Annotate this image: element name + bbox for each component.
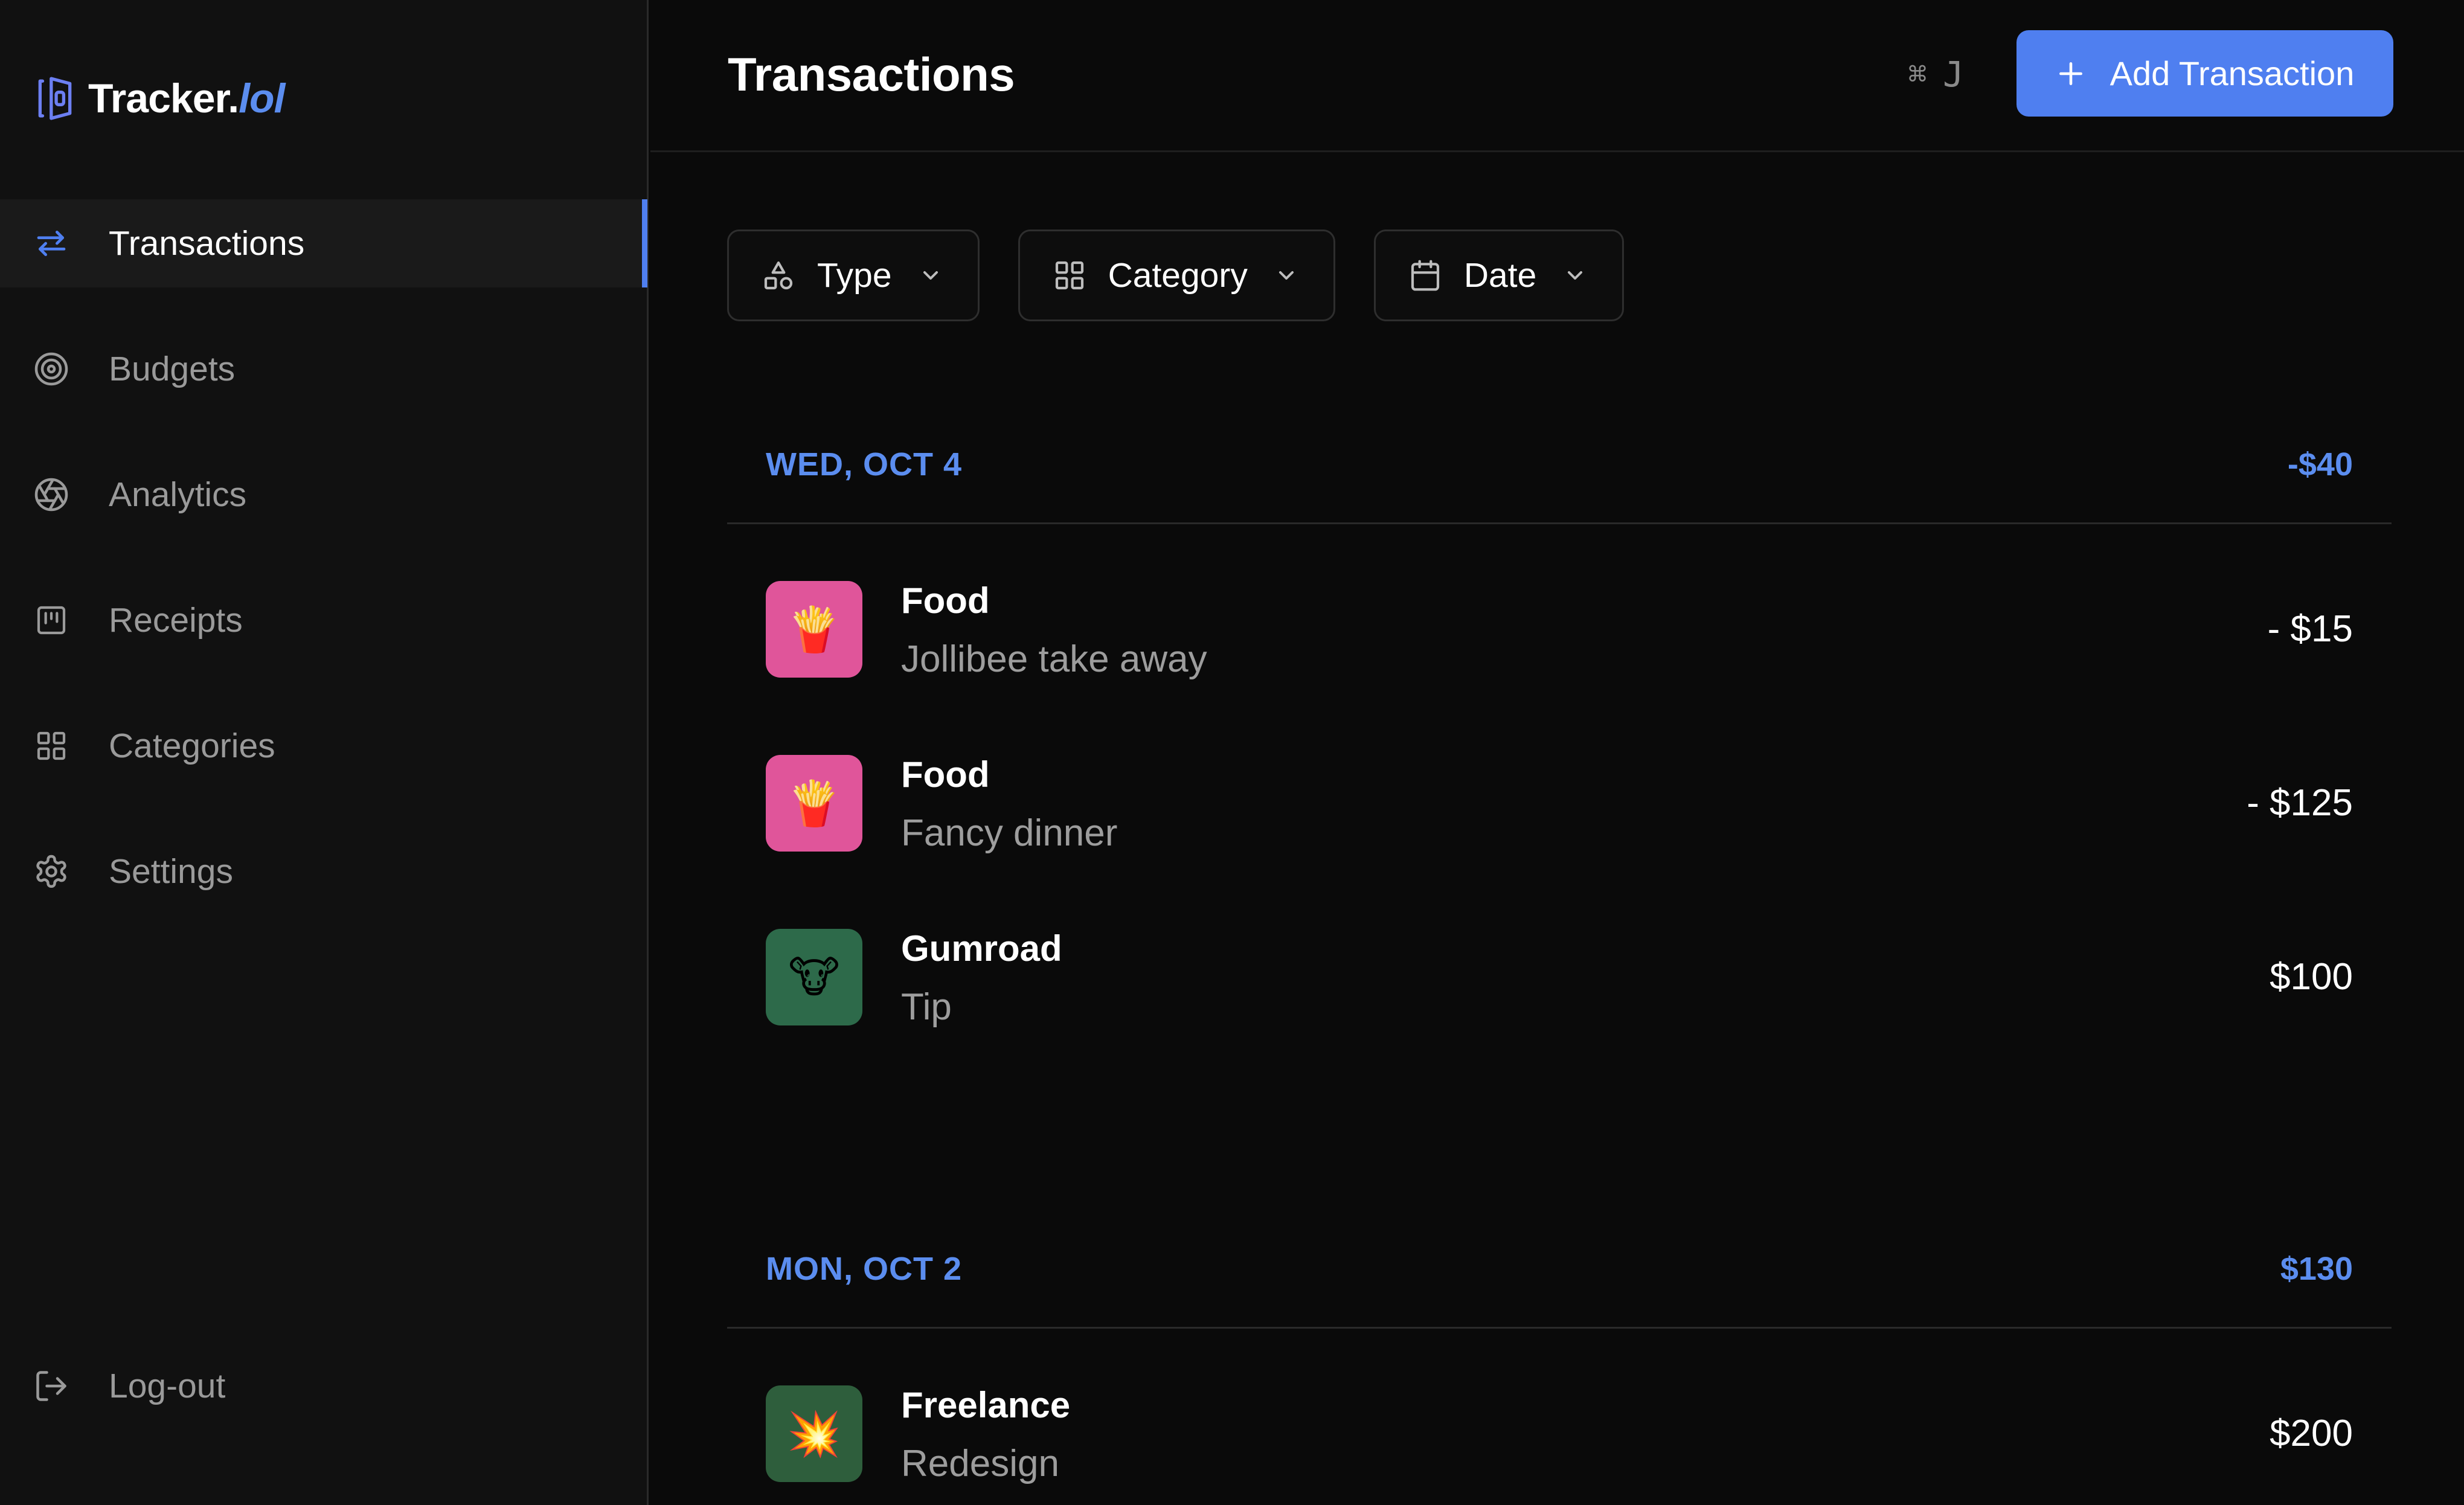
sidebar-item-settings[interactable]: Settings [0,827,647,916]
group-date: MON, OCT 2 [766,1251,963,1287]
logo-icon [38,77,72,120]
transaction-group: MON, OCT 2 $130 💥 Freelance Redesign $20… [727,1208,2392,1503]
filter-category-dropdown[interactable]: Category [1018,229,1335,321]
sidebar-item-label: Analytics [109,475,247,514]
transaction-row[interactable]: 🍟 Food Fancy dinner - $125 [727,698,2392,872]
transaction-row[interactable]: 🍟 Food Jollibee take away - $15 [727,524,2392,698]
gear-icon [33,853,70,890]
chevron-down-icon [1279,271,1294,280]
filter-date-dropdown[interactable]: Date [1373,229,1625,321]
group-header: MON, OCT 2 $130 [727,1208,2392,1329]
transaction-category: Gumroad [901,928,1062,969]
group-total: $130 [2280,1251,2353,1287]
plus-icon [2059,62,2082,85]
sidebar-item-categories[interactable]: Categories [0,702,647,790]
top-header: Transactions ⌘ J Add Transaction [650,0,2464,152]
chevron-down-icon [923,271,938,280]
transaction-amount: - $125 [2247,782,2353,824]
filter-type-dropdown[interactable]: Type [727,229,980,321]
sidebar-nav: Transactions Budgets Analytics Receipts … [0,199,647,953]
transaction-description: Redesign [901,1443,1059,1484]
chevron-down-icon [1568,271,1583,280]
command-key-icon: ⌘ [1907,62,1928,87]
sidebar-item-budgets[interactable]: Budgets [0,325,647,413]
logout-button[interactable]: Log-out [0,1342,647,1430]
calendar-icon [1411,260,1439,291]
filter-category-label: Category [1108,256,1248,295]
brand-logo[interactable]: Tracker. lol [36,69,285,127]
brand-accent: lol [239,75,285,121]
group-total: -$40 [2287,446,2353,483]
grid-icon [1055,261,1083,290]
receipt-icon [33,602,70,639]
target-icon [33,350,70,388]
sidebar-item-label: Categories [109,727,275,765]
transaction-description: Tip [901,986,952,1028]
add-transaction-button[interactable]: Add Transaction [2016,30,2393,117]
sidebar-item-label: Transactions [109,224,305,263]
transaction-group: WED, OCT 4 -$40 🍟 Food Jollibee take awa… [727,403,2392,1046]
sidebar-item-label: Settings [109,852,233,891]
fries-icon: 🍟 [766,755,862,852]
sidebar-item-label: Receipts [109,601,243,640]
sidebar-item-transactions[interactable]: Transactions [0,199,647,287]
aperture-icon [33,476,70,513]
logout-label: Log-out [109,1367,226,1405]
transaction-description: Fancy dinner [901,812,1118,854]
transaction-amount: $100 [2270,956,2353,998]
transaction-amount: - $15 [2267,608,2353,650]
group-date: WED, OCT 4 [766,446,963,483]
shortcut-key: J [1943,54,1964,95]
transaction-row[interactable]: 💥 Freelance Redesign $200 [727,1329,2392,1503]
filter-type-label: Type [817,256,892,295]
fries-icon: 🍟 [766,581,862,678]
sidebar-item-analytics[interactable]: Analytics [0,451,647,539]
sidebar: Tracker. lol Transactions Budgets Analyt… [0,0,649,1505]
group-header: WED, OCT 4 -$40 [727,403,2392,524]
page-title: Transactions [728,48,1015,101]
filter-bar: Type Category Date [727,229,1663,321]
collision-icon: 💥 [766,1385,862,1482]
transaction-row[interactable]: 🐮 Gumroad Tip $100 [727,872,2392,1046]
shapes-icon [764,261,793,290]
logout-icon [33,1367,70,1405]
keyboard-shortcut-hint: ⌘ J [1907,53,1964,95]
sidebar-item-receipts[interactable]: Receipts [0,576,647,664]
transaction-amount: $200 [2270,1413,2353,1454]
transaction-category: Food [901,580,990,621]
cow-icon: 🐮 [766,929,862,1025]
arrows-swap-icon [33,225,70,262]
brand-name: Tracker. [88,75,239,121]
filter-date-label: Date [1463,256,1537,295]
add-transaction-label: Add Transaction [2109,54,2355,92]
transaction-category: Food [901,754,990,795]
sidebar-item-label: Budgets [109,350,236,388]
transaction-description: Jollibee take away [901,638,1207,680]
transaction-category: Freelance [901,1385,1071,1425]
grid-icon [33,727,70,765]
